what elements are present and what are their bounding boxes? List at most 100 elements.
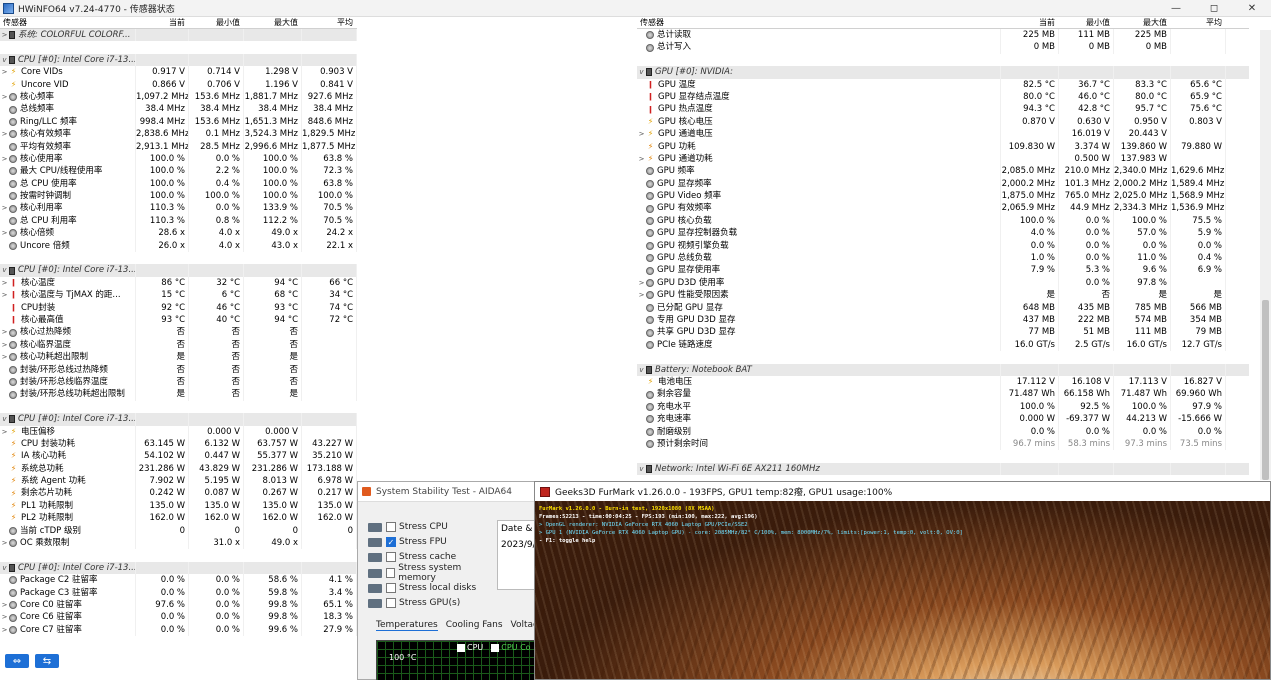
sensor-row[interactable]: 预计剩余时间 96.7 mins 58.3 mins 97.3 mins 73.5 mi… [637, 437, 1249, 451]
sensor-row[interactable]: 当前 cTDP 级别 0 0 0 0 [0, 524, 357, 538]
chevron-right-icon[interactable]: > [0, 537, 9, 549]
sensor-row[interactable]: > ǀ 核心温度 86 °C 32 °C 94 °C 66 °C [0, 276, 357, 290]
sensor-row[interactable]: 最大 CPU/线程使用率 100.0 % 2.2 % 100.0 % 72.3 % [0, 165, 357, 178]
sensor-row[interactable]: > 核心使用率 100.0 % 0.0 % 100.0 % 63.8 % [0, 152, 357, 166]
sensor-row[interactable]: ǀ GPU 显存结点温度 80.0 °C 46.0 °C 80.0 °C 65.9 °C [637, 90, 1249, 104]
sensor-row[interactable]: GPU 频率 2,085.0 MHz 210.0 MHz 2,340.0 MHz 1,6… [637, 165, 1249, 178]
sensor-row[interactable]: > 核心利用率 110.3 % 0.0 % 133.9 % 70.5 % [0, 202, 357, 215]
sensor-row[interactable]: Uncore 倍频 26.0 x 4.0 x 43.0 x 22.1 x [0, 239, 357, 253]
sensor-row[interactable]: ǀ GPU 温度 82.5 °C 36.7 °C 83.3 °C 65.6 °C [637, 78, 1249, 91]
chevron-right-icon[interactable]: > [0, 611, 9, 623]
sensor-row[interactable]: ⚡ PL2 功耗限制 162.0 W 162.0 W 162.0 W 162.0 W [0, 512, 357, 525]
collapse-arrows-icon[interactable]: ⇆ [35, 654, 59, 668]
chevron-right-icon[interactable]: > [637, 128, 646, 140]
close-button[interactable]: ✕ [1233, 0, 1271, 17]
sensor-row[interactable]: GPU 核心负载 100.0 % 0.0 % 100.0 % 75.5 % [637, 214, 1249, 228]
sensor-row[interactable]: > Core C7 驻留率 0.0 % 0.0 % 99.6 % 27.9 % [0, 623, 357, 637]
sensor-row[interactable]: > 核心频率 1,097.2 MHz 153.6 MHz 1,881.7 MHz 927.… [0, 90, 357, 104]
chevron-down-icon[interactable]: v [637, 463, 646, 475]
sensor-row[interactable]: 总 CPU 使用率 100.0 % 0.4 % 100.0 % 63.8 % [0, 177, 357, 191]
sensor-row[interactable]: > ⚡ GPU 通道功耗 0.500 W 137.983 W [637, 152, 1249, 166]
sensor-group-header[interactable]: v CPU [#0]: Intel Core i7-13... [0, 53, 357, 67]
sensor-row[interactable]: GPU 显存控制器负载 4.0 % 0.0 % 57.0 % 5.9 % [637, 227, 1249, 240]
col-current-right[interactable]: 当前 [1001, 17, 1059, 28]
col-max-right[interactable]: 最大值 [1114, 17, 1171, 28]
chevron-down-icon[interactable]: v [0, 562, 9, 574]
stress-disks-checkbox[interactable]: Stress local disks [368, 581, 498, 595]
sensor-row[interactable]: ⚡ CPU 封装功耗 63.145 W 6.132 W 63.757 W 43.227 W [0, 437, 357, 451]
sensor-row[interactable]: > 核心有效频率 2,838.6 MHz 0.1 MHz 3,524.3 MHz 1,82… [0, 128, 357, 141]
chevron-right-icon[interactable]: > [637, 289, 646, 301]
chevron-right-icon[interactable]: > [0, 227, 9, 239]
col-current[interactable]: 当前 [136, 17, 189, 28]
sensor-row[interactable]: 总计写入 0 MB 0 MB 0 MB [637, 41, 1249, 54]
chevron-down-icon[interactable]: v [0, 413, 9, 425]
sensor-row[interactable]: > Core C0 驻留率 97.6 % 0.0 % 99.8 % 65.1 % [0, 598, 357, 612]
chevron-right-icon[interactable]: > [0, 277, 9, 289]
sensor-row[interactable]: GPU 有效频率 2,065.9 MHz 44.9 MHz 2,334.3 MHz 1,… [637, 202, 1249, 215]
sensor-row[interactable]: PCIe 链路速度 16.0 GT/s 2.5 GT/s 16.0 GT/s 12.7 … [637, 338, 1249, 352]
sensor-row[interactable]: ⚡ 系统总功耗 231.286 W 43.829 W 231.286 W 173.188 … [0, 462, 357, 476]
sensor-row[interactable]: ǀ 核心最高值 93 °C 40 °C 94 °C 72 °C [0, 313, 357, 327]
sensor-row[interactable]: ⚡ Uncore VID 0.866 V 0.706 V 1.196 V 0.841 V [0, 78, 357, 91]
sensor-row[interactable]: 充电速率 0.000 W -69.377 W 44.213 W -15.666 W [637, 413, 1249, 426]
chevron-right-icon[interactable]: > [0, 351, 9, 363]
sensor-row[interactable]: 共享 GPU D3D 显存 77 MB 51 MB 111 MB 79 MB [637, 326, 1249, 339]
sensor-row[interactable]: 封装/环形总线临界温度否否否 [0, 375, 357, 389]
legend-cpu-core[interactable]: CPU Co [491, 643, 531, 652]
sensor-row[interactable]: GPU 总线负载 1.0 % 0.0 % 11.0 % 0.4 % [637, 252, 1249, 265]
checkbox-icon[interactable] [386, 522, 396, 532]
checkbox-icon[interactable] [385, 568, 396, 578]
sensor-row[interactable]: 剩余容量 71.487 Wh 66.158 Wh 71.487 Wh 69.960 Wh [637, 388, 1249, 401]
sensor-row[interactable]: > 核心临界温度否否否 [0, 338, 357, 352]
chevron-down-icon[interactable]: v [0, 54, 9, 66]
minimize-button[interactable]: — [1157, 0, 1195, 17]
sensor-row[interactable]: > GPU 性能受限因素是否是是 [637, 289, 1249, 302]
sensor-group-header[interactable]: > 系统: COLORFUL COLORF... [0, 29, 357, 42]
col-min[interactable]: 最小值 [189, 17, 244, 28]
sensor-row[interactable]: 按需时钟调制 100.0 % 100.0 % 100.0 % 100.0 % [0, 190, 357, 203]
sensor-row[interactable]: > ⚡ Core VIDs 0.917 V 0.714 V 1.298 V 0.903 V [0, 66, 357, 79]
sensor-row[interactable]: ⚡ 电池电压 17.112 V 16.108 V 17.113 V 16.827 V [637, 375, 1249, 389]
chevron-right-icon[interactable]: > [637, 277, 646, 289]
sensor-row[interactable]: GPU 显存频率 2,000.2 MHz 101.3 MHz 2,000.2 MHz 1… [637, 177, 1249, 191]
sensor-row[interactable]: > ǀ 核心温度与 TjMAX 的距... 15 °C 6 °C 68 °C 34 °C [0, 289, 357, 302]
sensor-row[interactable]: ǀ CPU封装 92 °C 46 °C 93 °C 74 °C [0, 301, 357, 314]
chevron-right-icon[interactable]: > [0, 326, 9, 338]
chevron-right-icon[interactable]: > [637, 153, 646, 165]
sensor-row[interactable]: 封装/环形总线功耗超出限制是否是 [0, 388, 357, 401]
sensor-row[interactable]: > Core C6 驻留率 0.0 % 0.0 % 99.8 % 18.3 % [0, 611, 357, 624]
col-avg-right[interactable]: 平均 [1171, 17, 1226, 28]
sensor-group-header[interactable]: v CPU [#0]: Intel Core i7-13... [0, 264, 357, 277]
sensor-row[interactable]: > 核心功耗超出限制 是否是 [0, 351, 357, 364]
checkbox-icon[interactable] [457, 643, 465, 652]
sensor-row[interactable]: ⚡ GPU 功耗 109.830 W 3.374 W 139.860 W 79.880 W [637, 140, 1249, 153]
sensor-row[interactable]: Ring/LLC 频率 998.4 MHz 153.6 MHz 1,651.3 MHz… [0, 115, 357, 129]
tab-cooling-fans[interactable]: Cooling Fans [446, 620, 503, 631]
sensor-row[interactable]: > OC 乘数限制 31.0 x 49.0 x [0, 537, 357, 550]
sensor-row[interactable]: GPU 显存使用率 7.9 % 5.3 % 9.6 % 6.9 % [637, 264, 1249, 277]
right-scrollbar[interactable] [1260, 30, 1271, 480]
sensor-row[interactable]: 专用 GPU D3D 显存 437 MB 222 MB 574 MB 354 MB [637, 313, 1249, 327]
stress-cpu-checkbox[interactable]: Stress CPU [368, 520, 498, 534]
sensor-row[interactable]: ⚡ 系统 Agent 功耗 7.902 W 5.195 W 8.013 W 6.978 W [0, 475, 357, 488]
sensor-group-header[interactable]: v CPU [#0]: Intel Core i7-13... [0, 413, 357, 426]
col-sensor-right[interactable]: 传感器 [637, 17, 1001, 28]
checkbox-icon[interactable] [386, 552, 396, 562]
sensor-row[interactable]: 封装/环形总线过热降频否否否 [0, 363, 357, 376]
checkbox-icon[interactable] [386, 583, 396, 593]
tab-temperatures[interactable]: Temperatures [376, 620, 438, 631]
sensor-row[interactable]: Package C2 驻留率 0.0 % 0.0 % 58.6 % 4.1 % [0, 574, 357, 587]
sensor-row[interactable]: 总计读取 225 MB 111 MB 225 MB [637, 29, 1249, 42]
sensor-row[interactable]: > ⚡ GPU 通道电压 16.019 V 20.443 V [637, 128, 1249, 141]
sensor-row[interactable]: 总线频率 38.4 MHz 38.4 MHz 38.4 MHz 38.4 MHz [0, 103, 357, 116]
sensor-group-header[interactable]: v Battery: Notebook BAT [637, 363, 1249, 376]
chevron-right-icon[interactable]: > [0, 91, 9, 103]
sensor-row[interactable]: GPU Video 频率 1,875.0 MHz 765.0 MHz 2,025.0 … [637, 190, 1249, 203]
col-max[interactable]: 最大值 [244, 17, 302, 28]
col-min-right[interactable]: 最小值 [1059, 17, 1114, 28]
prev-next-arrows-icon[interactable]: ⇔ [5, 654, 29, 668]
chevron-right-icon[interactable]: > [0, 128, 9, 140]
checkbox-icon[interactable]: ✓ [386, 537, 396, 547]
chevron-down-icon[interactable]: v [637, 66, 646, 78]
